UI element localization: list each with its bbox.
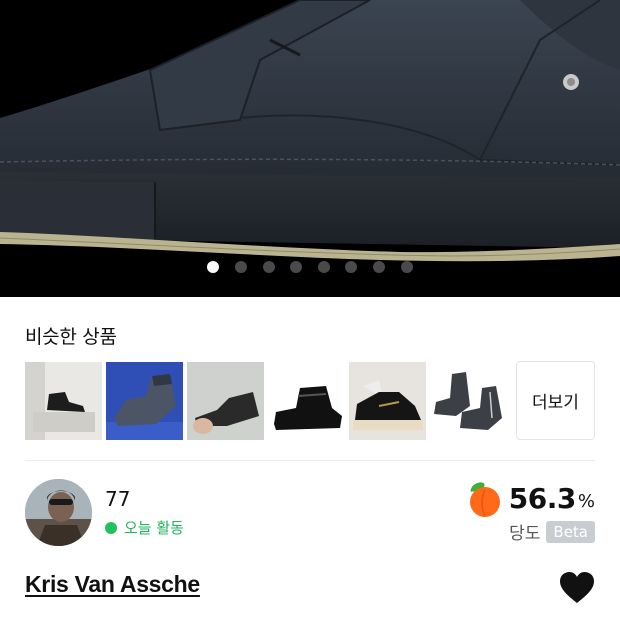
similar-products-heading: 비슷한 상품	[25, 326, 117, 348]
section-divider	[25, 460, 595, 461]
gallery-dot-3[interactable]	[262, 261, 275, 273]
sweetness-unit: %	[577, 490, 595, 512]
similar-product-4[interactable]	[268, 362, 345, 440]
online-status-icon	[105, 521, 117, 534]
peach-icon	[469, 482, 500, 517]
product-image-gallery[interactable]	[0, 0, 620, 297]
seller-name[interactable]: 77	[105, 487, 130, 511]
sweetness-label: 당도	[509, 524, 541, 544]
similar-product-6[interactable]	[430, 362, 507, 440]
more-similar-button[interactable]: 더보기	[516, 361, 595, 440]
similar-product-3[interactable]	[187, 362, 264, 440]
gallery-dot-8[interactable]	[400, 261, 413, 273]
beta-badge: Beta	[546, 520, 595, 543]
similar-product-2[interactable]	[106, 362, 183, 440]
similar-product-1[interactable]	[25, 362, 102, 440]
gallery-dot-6[interactable]	[345, 261, 358, 273]
gallery-dot-4[interactable]	[290, 261, 303, 273]
product-photo	[0, 0, 620, 297]
gallery-dot-5[interactable]	[317, 261, 330, 273]
gallery-pagination	[0, 261, 620, 273]
heart-icon[interactable]	[559, 571, 595, 605]
seller-activity-status: 오늘 활동	[105, 517, 184, 538]
activity-label: 오늘 활동	[124, 519, 184, 537]
gallery-dot-7[interactable]	[372, 261, 385, 273]
sweetness-label-row: 당도 Beta	[509, 519, 595, 544]
similar-products-list: 더보기	[25, 361, 595, 440]
similar-product-5[interactable]	[349, 362, 426, 440]
product-title[interactable]: Kris Van Assche	[25, 571, 200, 598]
gallery-dot-1[interactable]	[207, 261, 220, 273]
gallery-dot-2[interactable]	[235, 261, 248, 273]
sweetness-value: 56.3	[508, 481, 577, 515]
sweetness-score[interactable]: 56.3 %	[463, 478, 595, 518]
seller-avatar[interactable]	[25, 479, 92, 546]
